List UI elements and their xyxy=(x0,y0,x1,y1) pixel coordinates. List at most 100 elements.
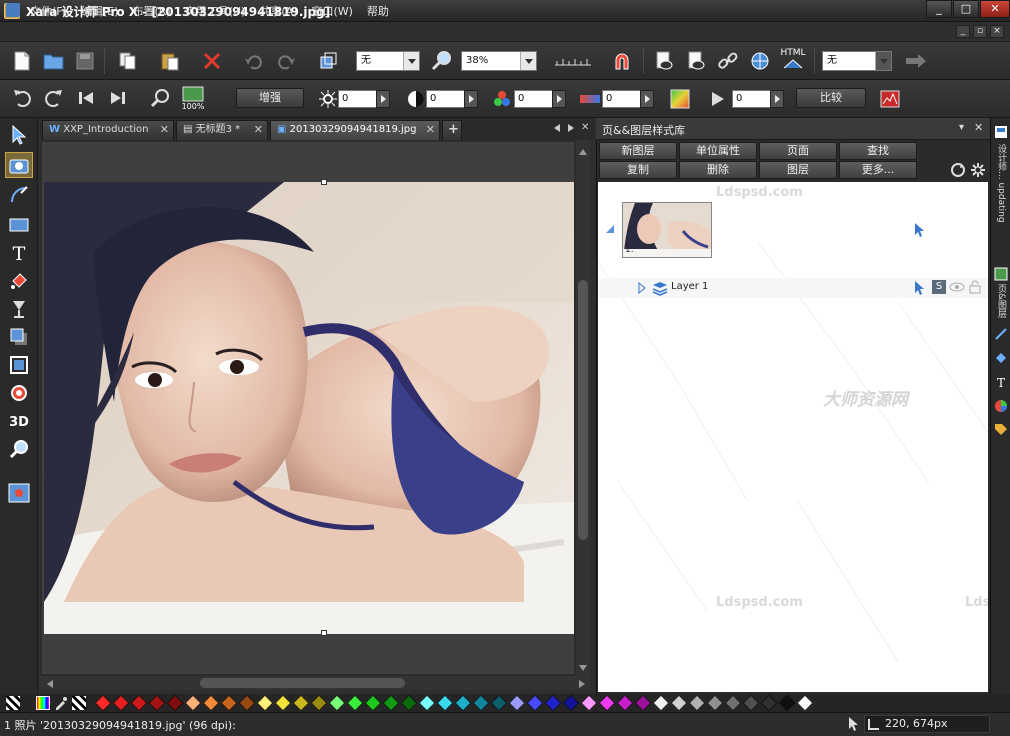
page-select-arrow-icon[interactable] xyxy=(914,222,926,241)
palette-swatch[interactable] xyxy=(364,694,382,712)
tab-scroll-right-icon[interactable] xyxy=(567,123,575,136)
horizontal-scroll-thumb[interactable] xyxy=(200,678,405,688)
redo-icon[interactable] xyxy=(274,49,298,73)
vertical-scroll-thumb[interactable] xyxy=(578,280,588,540)
shape-editor-tool-icon[interactable] xyxy=(5,182,33,208)
link-icon[interactable] xyxy=(716,49,740,73)
palette-swatch[interactable] xyxy=(346,694,364,712)
menu-share[interactable]: 共享(A) xyxy=(259,3,297,19)
tab-scroll-left-icon[interactable] xyxy=(553,123,561,136)
copy-icon[interactable] xyxy=(116,49,140,73)
doc-minimize-button[interactable]: _ xyxy=(956,25,970,38)
find-button[interactable]: 查找 xyxy=(839,142,917,160)
quality-select[interactable]: 无 xyxy=(356,51,420,71)
text-tool-icon[interactable]: T xyxy=(5,240,33,266)
close-window-button[interactable]: ✕ xyxy=(980,0,1010,18)
undo-icon[interactable] xyxy=(242,49,266,73)
transparency-tool-icon[interactable] xyxy=(5,296,33,322)
scroll-right-icon[interactable] xyxy=(578,679,586,692)
histogram-icon[interactable] xyxy=(878,87,902,111)
3d-extrude-tool-icon[interactable]: 3D xyxy=(5,408,33,434)
preview-site-icon[interactable] xyxy=(684,49,708,73)
palette-swatch[interactable] xyxy=(634,694,652,712)
palette-swatch[interactable] xyxy=(436,694,454,712)
transparent-swatch[interactable] xyxy=(72,696,86,710)
gallery-refresh-icon[interactable] xyxy=(950,162,966,181)
copy-layer-button[interactable]: 复制 xyxy=(599,161,677,179)
new-layer-button[interactable]: 新图层 xyxy=(599,142,677,160)
palette-swatch[interactable] xyxy=(724,694,742,712)
page-gallery-icon[interactable] xyxy=(992,264,1009,284)
palette-swatch[interactable] xyxy=(490,694,508,712)
palette-swatch[interactable] xyxy=(508,694,526,712)
more-button[interactable]: 更多... xyxy=(839,161,917,179)
palette-swatch[interactable] xyxy=(166,694,184,712)
delete-icon[interactable] xyxy=(200,49,224,73)
palette-swatch[interactable] xyxy=(418,694,436,712)
enhance-button[interactable]: 增强 xyxy=(236,88,304,108)
tab-close-all-icon[interactable]: ✕ xyxy=(581,122,589,133)
tab-close-icon[interactable]: ✕ xyxy=(426,121,435,139)
delete-layer-button[interactable]: 删除 xyxy=(679,161,757,179)
palette-swatch[interactable] xyxy=(670,694,688,712)
palette-swatch[interactable] xyxy=(526,694,544,712)
palette-swatch[interactable] xyxy=(130,694,148,712)
doc-restore-button[interactable]: ▫ xyxy=(973,25,987,38)
palette-swatch[interactable] xyxy=(220,694,238,712)
zoom-select[interactable]: 38% xyxy=(461,51,537,71)
color-editor-swatch[interactable] xyxy=(36,696,50,710)
brightness-input[interactable]: 0 xyxy=(338,90,390,108)
palette-swatch[interactable] xyxy=(148,694,166,712)
tab-untitled-3[interactable]: ▤ 无标题3 * ✕ xyxy=(176,120,268,140)
palette-swatch[interactable] xyxy=(616,694,634,712)
palette-swatch[interactable] xyxy=(688,694,706,712)
tab-close-icon[interactable]: ✕ xyxy=(254,121,263,139)
mould-tool-icon[interactable] xyxy=(5,352,33,378)
document-menu-icon[interactable] xyxy=(6,3,20,17)
palette-swatch[interactable] xyxy=(778,694,796,712)
palette-swatch[interactable] xyxy=(706,694,724,712)
palette-swatch[interactable] xyxy=(796,694,814,712)
selector-tool-icon[interactable] xyxy=(5,122,33,148)
live-effects-tool-icon[interactable] xyxy=(5,480,33,506)
top-resize-handle[interactable] xyxy=(321,179,327,185)
flip-end-icon[interactable] xyxy=(106,86,130,110)
palette-swatch[interactable] xyxy=(544,694,562,712)
palette-swatch[interactable] xyxy=(454,694,472,712)
layer-lock-icon[interactable] xyxy=(968,280,982,297)
palette-swatch[interactable] xyxy=(598,694,616,712)
no-color-swatch[interactable] xyxy=(6,696,20,710)
photo-image[interactable] xyxy=(44,182,574,634)
page-expand-icon[interactable] xyxy=(605,224,615,237)
photo-zoom-icon[interactable] xyxy=(148,86,172,110)
palette-swatch[interactable] xyxy=(292,694,310,712)
layer-visible-icon[interactable] xyxy=(949,281,965,296)
palette-swatch[interactable] xyxy=(274,694,292,712)
rectangle-tool-icon[interactable] xyxy=(5,212,33,238)
gallery-close-icon[interactable]: ✕ xyxy=(974,121,983,134)
apply-arrow-icon[interactable] xyxy=(904,49,928,73)
palette-swatch[interactable] xyxy=(580,694,598,712)
save-icon[interactable] xyxy=(73,49,97,73)
palette-swatch[interactable] xyxy=(742,694,760,712)
layer-expand-icon[interactable] xyxy=(638,281,646,297)
fill-tool-icon[interactable] xyxy=(5,268,33,294)
contrast-icon[interactable] xyxy=(404,87,428,111)
temperature-input[interactable]: 0 xyxy=(602,90,654,108)
palette-swatch[interactable] xyxy=(256,694,274,712)
menu-utilities[interactable]: 实用工具(U) xyxy=(185,3,246,19)
layer-select-icon[interactable] xyxy=(914,280,926,299)
ruler-icon[interactable] xyxy=(553,49,593,73)
palette-swatch[interactable] xyxy=(652,694,670,712)
brightness-icon[interactable] xyxy=(316,87,340,111)
snap-magnet-icon[interactable] xyxy=(610,49,634,73)
export-html-icon[interactable]: HTML xyxy=(778,44,808,74)
tab-current-photo[interactable]: ▣ 20130329094941819.jpg ✕ xyxy=(270,120,440,140)
temperature-icon[interactable] xyxy=(578,87,602,111)
color-balance-icon[interactable] xyxy=(668,87,692,111)
photo-tool-icon[interactable] xyxy=(5,152,33,178)
bottom-resize-handle[interactable] xyxy=(321,630,327,636)
status-select-icon[interactable] xyxy=(848,716,860,735)
contour-tool-icon[interactable] xyxy=(5,380,33,406)
color-picker-icon[interactable] xyxy=(54,696,68,713)
